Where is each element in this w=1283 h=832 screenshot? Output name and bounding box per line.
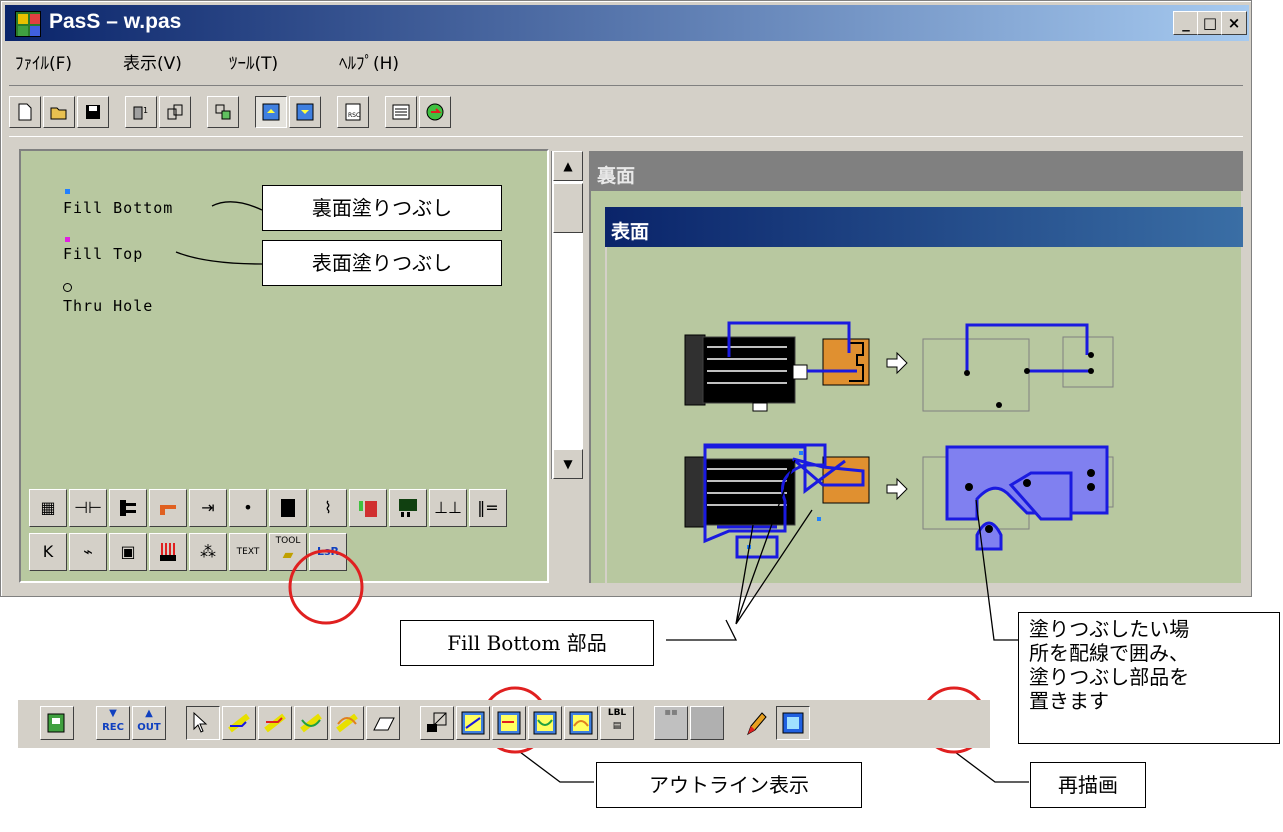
select-move-icon[interactable] xyxy=(186,706,220,740)
disabled-tool-2-icon xyxy=(690,706,724,740)
trace-top-icon[interactable] xyxy=(258,706,292,740)
instruction-line-1: 塗りつぶしたい場 xyxy=(1029,617,1190,641)
pencil-icon[interactable] xyxy=(740,706,774,740)
rec-button[interactable]: ▼ REC xyxy=(96,706,130,740)
rec-label: REC xyxy=(102,722,124,733)
trace-bottom-icon[interactable] xyxy=(222,706,256,740)
layer-top-icon[interactable] xyxy=(492,706,526,740)
layer-bottom-icon[interactable] xyxy=(456,706,490,740)
arc-bottom-icon[interactable] xyxy=(294,706,328,740)
drawing-toolbar: ▼ REC ▲ OUT LBL ▤ ▪▪ xyxy=(18,700,990,748)
lbl-label: LBL xyxy=(607,708,627,718)
instruction-line-2: 所を配線で囲み、 xyxy=(1029,641,1189,665)
callout-fill-bottom-part: Fill Bottom 部品 xyxy=(400,620,654,666)
part-select-icon[interactable] xyxy=(40,706,74,740)
layer-arc-bottom-icon[interactable] xyxy=(528,706,562,740)
instruction-line-4: 置きます xyxy=(1029,689,1109,713)
instruction-line-3: 塗りつぶし部品を xyxy=(1029,665,1190,689)
callout-outline: アウトライン表示 xyxy=(596,762,862,808)
outline-view-icon[interactable] xyxy=(420,706,454,740)
out-button[interactable]: ▲ OUT xyxy=(132,706,166,740)
disabled-tool-1-icon: ▪▪ xyxy=(654,706,688,740)
callout-instruction: 塗りつぶしたい場 所を配線で囲み、 塗りつぶし部品を 置きます xyxy=(1018,612,1280,744)
layer-arc-top-icon[interactable] xyxy=(564,706,598,740)
pad-shape-icon[interactable] xyxy=(366,706,400,740)
out-label: OUT xyxy=(137,722,161,733)
arc-top-icon[interactable] xyxy=(330,706,364,740)
callout-redraw: 再描画 xyxy=(1030,762,1146,808)
redraw-icon[interactable] xyxy=(776,706,810,740)
label-icon[interactable]: LBL ▤ xyxy=(600,706,634,740)
